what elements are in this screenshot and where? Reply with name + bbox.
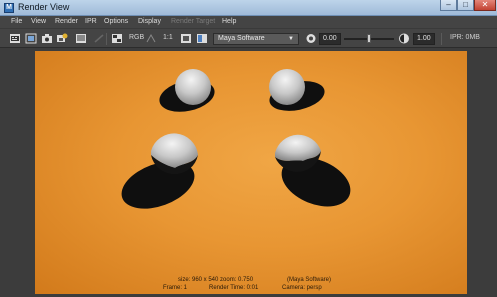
hud-frame: Frame: 1	[163, 285, 188, 291]
hud-renderer: (Maya Software)	[287, 277, 332, 283]
snapshot-icon[interactable]	[41, 33, 53, 44]
render-sequence-icon[interactable]	[56, 33, 68, 44]
render-viewport[interactable]: size: 960 x 540 zoom: 0.750 (Maya Softwa…	[0, 48, 497, 297]
sphere-front-right	[275, 134, 321, 161]
exposure-slider-handle[interactable]	[367, 34, 371, 43]
menu-file[interactable]: File	[11, 18, 22, 25]
frame-image-icon[interactable]	[180, 33, 192, 44]
hud-size-zoom: size: 960 x 540 zoom: 0.750	[178, 277, 254, 283]
render-toolbar: RGB 1:1 Maya Software ▼ 0.00 1.00 IPR: 0…	[0, 28, 497, 48]
menu-help[interactable]: Help	[222, 18, 236, 25]
sphere-back-left	[175, 69, 211, 105]
maya-app-icon: M	[4, 3, 14, 13]
rendered-image: size: 960 x 540 zoom: 0.750 (Maya Softwa…	[35, 51, 467, 294]
alpha-channel-icon[interactable]	[145, 33, 157, 44]
minimize-button[interactable]: –	[440, 0, 457, 11]
rgb-channel-button[interactable]: RGB	[129, 34, 144, 41]
ipr-memory-label: IPR: 0MB	[450, 34, 480, 41]
menu-render[interactable]: Render	[55, 18, 78, 25]
render-region-icon[interactable]	[25, 33, 37, 44]
toolbar-separator	[441, 33, 442, 45]
renderer-label: Maya Software	[218, 35, 265, 42]
menu-display[interactable]: Display	[138, 18, 161, 25]
redo-render-icon[interactable]	[9, 33, 21, 44]
hud-render-time: Render Time: 0:01	[209, 285, 259, 291]
close-button[interactable]: ✕	[474, 0, 496, 11]
image-compare-icon[interactable]	[196, 33, 208, 44]
menu-bar: File View Render IPR Options Display Ren…	[0, 16, 497, 28]
exposure-reset-icon[interactable]	[305, 33, 317, 44]
gamma-field[interactable]: 1.00	[413, 33, 435, 45]
gamma-reset-icon[interactable]	[398, 33, 410, 44]
exposure-field[interactable]: 0.00	[319, 33, 341, 45]
menu-ipr[interactable]: IPR	[85, 18, 97, 25]
toolbar-separator	[106, 33, 107, 45]
rendered-scene	[121, 69, 351, 209]
real-size-button[interactable]: 1:1	[163, 34, 173, 41]
display-channels-icon[interactable]	[111, 33, 123, 44]
title-bar: M Render View – □ ✕	[0, 0, 497, 16]
hud-camera: Camera: persp	[282, 285, 322, 291]
sphere-back-right	[269, 69, 305, 105]
renderer-dropdown[interactable]: Maya Software ▼	[213, 33, 299, 45]
chevron-down-icon: ▼	[288, 36, 294, 42]
menu-render-target: Render Target	[171, 18, 216, 25]
menu-view[interactable]: View	[31, 18, 46, 25]
maximize-button[interactable]: □	[457, 0, 474, 11]
remove-image-icon	[93, 33, 105, 44]
window-title: Render View	[18, 2, 70, 12]
menu-options[interactable]: Options	[104, 18, 128, 25]
keep-image-icon[interactable]	[75, 33, 87, 44]
